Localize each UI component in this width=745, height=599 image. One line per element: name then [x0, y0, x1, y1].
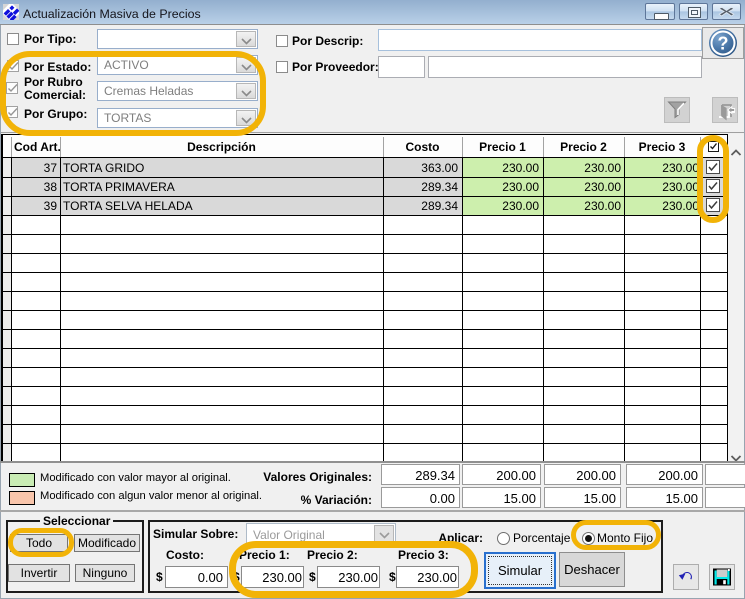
- svg-text:?: ?: [718, 34, 729, 54]
